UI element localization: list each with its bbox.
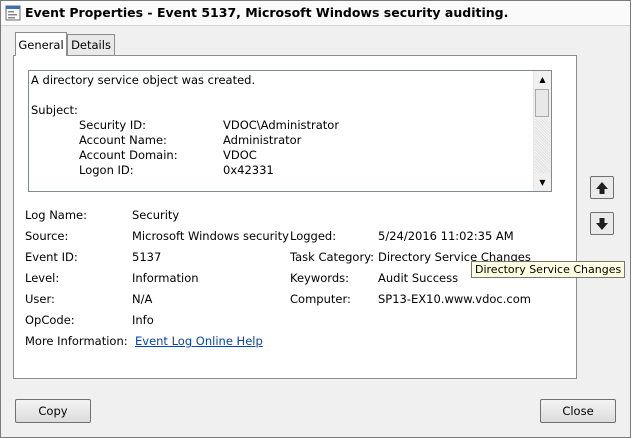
title-bar[interactable]: Event Properties - Event 5137, Microsoft… [1,1,630,26]
logged-label: Logged: [290,229,337,243]
subject-field-label: Account Domain: [79,148,178,162]
task-category-tooltip: Directory Service Changes [471,261,626,278]
close-button[interactable]: Close [540,399,616,423]
keywords-value: Audit Success [378,271,459,285]
description-line: Subject: [31,103,78,117]
level-label: Level: [25,271,60,285]
description-line [31,88,531,103]
scroll-down-arrow-icon[interactable]: ▼ [534,174,551,190]
subject-field-row: Security ID: VDOC\Administrator [31,118,531,133]
scroll-up-arrow-icon[interactable]: ▲ [534,71,551,87]
subject-field-row: Account Domain: VDOC [31,148,531,163]
subject-field-label: Security ID: [79,118,147,132]
computer-label: Computer: [290,292,351,306]
event-viewer-icon [5,5,21,21]
more-information-label: More Information: [25,334,128,348]
log-name-label: Log Name: [25,208,87,222]
subject-field-label: Logon ID: [79,163,134,177]
next-event-button[interactable] [590,212,614,235]
subject-field-row: Logon ID: 0x42331 [31,163,531,178]
window-title: Event Properties - Event 5137, Microsoft… [25,5,509,20]
subject-field-label: Account Name: [79,133,167,147]
scrollbar-thumb[interactable] [535,89,549,117]
computer-value: SP13-EX10.www.vdoc.com [378,292,531,306]
keywords-label: Keywords: [290,271,349,285]
description-line: A directory service object was created. [31,73,256,87]
opcode-label: OpCode: [25,313,75,327]
arrow-up-icon [596,181,608,194]
arrow-down-icon [596,217,608,230]
source-value: Microsoft Windows security [132,229,289,243]
task-category-label: Task Category: [290,250,375,264]
tab-details[interactable]: Details [67,34,115,55]
event-description-text: A directory service object was created. … [31,73,531,178]
subject-field-row: Account Name: Administrator [31,133,531,148]
scrollbar-track[interactable] [535,119,550,173]
source-label: Source: [25,229,69,243]
subject-field-value: 0x42331 [223,163,274,177]
description-scrollbar[interactable]: ▲ ▼ [533,71,551,191]
subject-field-value: VDOC [223,148,257,162]
event-id-label: Event ID: [25,250,78,264]
tab-general[interactable]: General [15,32,67,56]
user-value: N/A [132,292,153,306]
event-description-box[interactable]: A directory service object was created. … [28,70,552,192]
subject-field-value: Administrator [223,133,302,147]
opcode-value: Info [132,313,154,327]
subject-field-value: VDOC\Administrator [223,118,340,132]
event-properties-window: Event Properties - Event 5137, Microsoft… [0,0,631,438]
user-label: User: [25,292,55,306]
event-log-online-help-link[interactable]: Event Log Online Help [135,334,263,348]
logged-value: 5/24/2016 11:02:35 AM [378,229,514,243]
previous-event-button[interactable] [590,176,614,199]
log-name-value: Security [132,208,180,222]
copy-button[interactable]: Copy [15,399,91,423]
level-value: Information [132,271,199,285]
general-tab-panel: A directory service object was created. … [13,55,577,379]
event-id-value: 5137 [132,250,162,264]
